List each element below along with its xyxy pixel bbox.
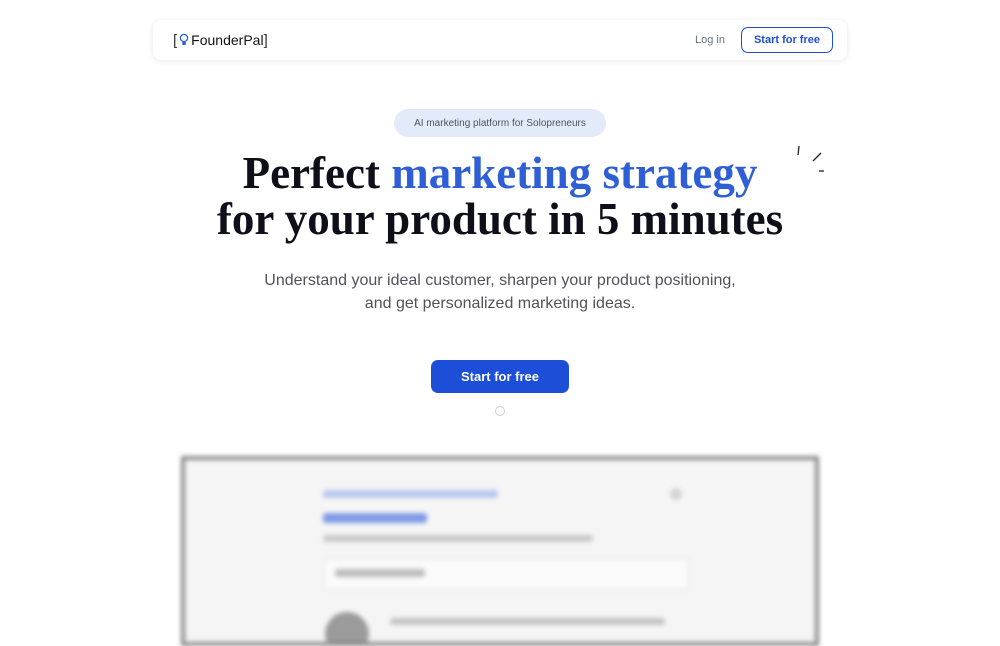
- logo-bracket-close: ]: [263, 31, 268, 49]
- nav-actions: Log in Start for free: [695, 27, 833, 53]
- nav-start-free-button[interactable]: Start for free: [740, 27, 833, 53]
- login-link[interactable]: Log in: [695, 34, 725, 46]
- preview-line: [390, 618, 665, 625]
- navbar: [ FounderPal ] Log in Start for free: [153, 20, 847, 60]
- hero-title: Perfect marketing strategy for your prod…: [0, 150, 1000, 242]
- hero-title-accent: marketing strategy: [391, 148, 758, 198]
- brand-logo[interactable]: [ FounderPal ]: [173, 32, 268, 49]
- hero-subtitle: Understand your ideal customer, sharpen …: [0, 269, 1000, 315]
- hero-subtitle-line2: and get personalized marketing ideas.: [364, 295, 636, 312]
- hero-start-free-button[interactable]: Start for free: [431, 360, 569, 393]
- loading-icon: [495, 406, 505, 416]
- lightbulb-icon: [179, 33, 189, 45]
- preview-icon: [670, 488, 682, 500]
- hero-title-plain: Perfect: [242, 148, 392, 198]
- hero-subtitle-line1: Understand your ideal customer, sharpen …: [264, 272, 736, 289]
- hero-badge: AI marketing platform for Solopreneurs: [394, 109, 606, 137]
- preview-line: [335, 569, 425, 577]
- hero-title-line2: for your product in 5 minutes: [216, 194, 784, 244]
- product-preview-image: [181, 456, 819, 646]
- preview-line: [323, 535, 593, 542]
- logo-bracket-open: [: [173, 31, 178, 49]
- preview-line: [323, 490, 498, 498]
- preview-heading: [323, 513, 427, 523]
- preview-avatar: [325, 612, 369, 642]
- brand-name: FounderPal: [191, 32, 264, 48]
